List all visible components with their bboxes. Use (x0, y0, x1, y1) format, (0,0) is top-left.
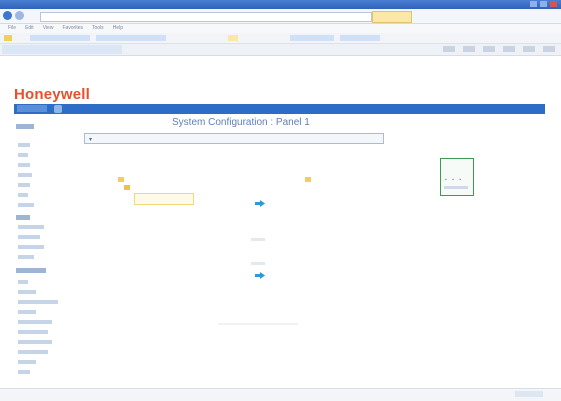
browser-title-bar (0, 0, 561, 9)
sidebar-item[interactable] (18, 245, 44, 249)
panel-select[interactable]: ▾ (84, 133, 384, 144)
status-bar (0, 388, 561, 401)
folder-icon[interactable] (124, 185, 130, 190)
device-list-item[interactable] (134, 193, 194, 205)
feeds-icon[interactable] (463, 46, 475, 52)
sidebar-item[interactable] (18, 350, 48, 354)
command-bar (0, 44, 561, 56)
panel-summary-box[interactable]: ▪ ▪ ▪ (440, 158, 474, 196)
sidebar-item[interactable] (18, 203, 34, 207)
sidebar-item[interactable] (18, 330, 48, 334)
panel-summary-bar (444, 186, 468, 189)
sidebar (14, 120, 76, 382)
menu-view[interactable]: View (43, 24, 54, 33)
home-icon[interactable] (443, 46, 455, 52)
sidebar-item[interactable] (18, 163, 30, 167)
security-zone[interactable] (515, 391, 543, 397)
available-devices-tree (118, 173, 200, 211)
sidebar-section-heading (16, 124, 34, 129)
app-toolbar (14, 104, 545, 114)
page-tab[interactable] (2, 45, 122, 54)
chevron-down-icon: ▾ (89, 137, 93, 143)
sidebar-item[interactable] (18, 370, 30, 374)
separator-label (251, 238, 265, 241)
safety-menu[interactable] (523, 46, 535, 52)
favorites-star-icon[interactable] (4, 35, 12, 41)
sidebar-section-heading (16, 215, 30, 220)
menu-file[interactable]: File (8, 24, 16, 33)
separator-label (251, 262, 265, 265)
sidebar-item[interactable] (18, 360, 36, 364)
footer-note (218, 323, 298, 325)
sidebar-item[interactable] (18, 310, 36, 314)
maximize-button[interactable] (540, 1, 547, 7)
menu-tools[interactable]: Tools (92, 24, 104, 33)
sidebar-item[interactable] (18, 340, 52, 344)
sidebar-item[interactable] (18, 280, 28, 284)
favorite-link[interactable] (96, 35, 166, 41)
favorites-bar (0, 33, 561, 44)
sidebar-item[interactable] (18, 143, 30, 147)
close-button[interactable] (550, 1, 557, 7)
sidebar-item[interactable] (18, 255, 34, 259)
sidebar-item[interactable] (18, 300, 58, 304)
folder-icon[interactable] (305, 177, 311, 182)
sidebar-item[interactable] (18, 225, 44, 229)
move-right-icon[interactable] (255, 272, 265, 279)
assigned-devices-tree (305, 177, 395, 185)
page-title: System Configuration : Panel 1 (172, 117, 310, 128)
folder-icon[interactable] (118, 177, 124, 182)
honeywell-logo: Honeywell (14, 86, 90, 103)
sidebar-item[interactable] (18, 173, 32, 177)
back-button[interactable] (3, 11, 12, 20)
panel-indicator-icons: ▪ ▪ ▪ (445, 177, 464, 183)
sidebar-item[interactable] (18, 290, 36, 294)
command-tools (443, 46, 555, 52)
print-icon[interactable] (483, 46, 495, 52)
menu-favorites[interactable]: Favorites (62, 24, 83, 33)
sidebar-item[interactable] (18, 193, 28, 197)
address-input[interactable] (40, 12, 372, 22)
page-menu[interactable] (503, 46, 515, 52)
address-bar-row (0, 9, 561, 24)
forward-button[interactable] (15, 11, 24, 20)
tools-menu[interactable] (543, 46, 555, 52)
sidebar-section-heading (16, 268, 46, 273)
status-right (515, 391, 553, 397)
menu-edit[interactable]: Edit (25, 24, 34, 33)
window-controls (530, 1, 557, 7)
sidebar-item[interactable] (18, 235, 40, 239)
menu-help[interactable]: Help (113, 24, 123, 33)
home-icon[interactable] (54, 105, 62, 113)
sidebar-item[interactable] (18, 153, 28, 157)
app-menu-button[interactable] (17, 105, 47, 112)
favorite-link[interactable] (228, 35, 238, 41)
favorite-link[interactable] (290, 35, 334, 41)
move-right-icon[interactable] (255, 200, 265, 207)
browser-tab[interactable] (372, 11, 412, 23)
browser-menu-bar: File Edit View Favorites Tools Help (0, 24, 561, 33)
favorite-link[interactable] (340, 35, 380, 41)
sidebar-item[interactable] (18, 320, 52, 324)
favorite-link[interactable] (30, 35, 90, 41)
minimize-button[interactable] (530, 1, 537, 7)
sidebar-item[interactable] (18, 183, 30, 187)
